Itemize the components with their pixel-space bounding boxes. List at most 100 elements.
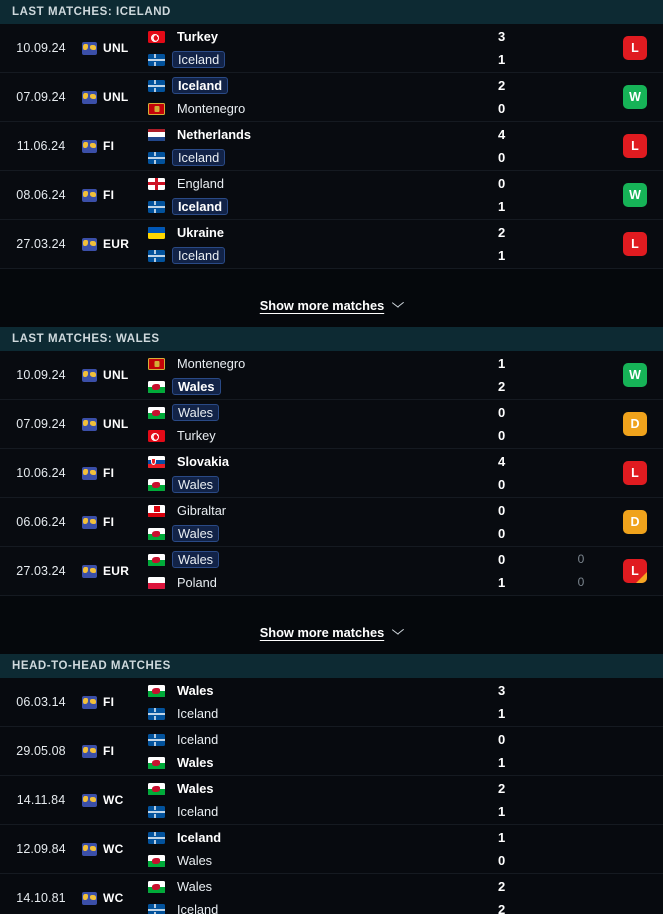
show-more-matches-button[interactable]: Show more matches	[0, 283, 663, 327]
team-line-home[interactable]: Slovakia	[148, 453, 495, 470]
team-name[interactable]: Iceland	[172, 705, 223, 722]
team-name[interactable]: Iceland	[172, 901, 223, 914]
team-name[interactable]: Iceland	[172, 247, 226, 264]
competition[interactable]: WC	[82, 891, 144, 905]
team-line-away[interactable]: Turkey	[148, 427, 495, 444]
team-line-home[interactable]: Turkey	[148, 28, 495, 45]
team-line-away[interactable]: Wales	[148, 754, 495, 771]
team-name[interactable]: Turkey	[172, 28, 223, 45]
team-name[interactable]: Wales	[172, 525, 220, 542]
flag-wales-icon	[148, 553, 165, 566]
team-name[interactable]: Iceland	[172, 77, 229, 94]
match-row[interactable]: 06.06.24 FI Gibraltar Wales 0 0 D	[0, 498, 663, 547]
penalty-home	[555, 224, 607, 241]
team-line-away[interactable]: Iceland	[148, 198, 495, 215]
team-name[interactable]: Poland	[172, 574, 222, 591]
team-line-home[interactable]: Wales	[148, 551, 495, 568]
team-line-home[interactable]: Wales	[148, 682, 495, 699]
team-line-home[interactable]: Wales	[148, 878, 495, 895]
competition[interactable]: UNL	[82, 368, 144, 382]
team-name[interactable]: Gibraltar	[172, 502, 231, 519]
match-row[interactable]: 10.06.24 FI Slovakia Wales 4 0 L	[0, 449, 663, 498]
team-line-home[interactable]: Wales	[148, 780, 495, 797]
team-name[interactable]: Wales	[172, 878, 217, 895]
match-row[interactable]: 12.09.84 WC Iceland Wales 1 0	[0, 825, 663, 874]
match-date: 14.10.81	[16, 891, 66, 905]
match-row[interactable]: 08.06.24 FI England Iceland 0 1 W	[0, 171, 663, 220]
team-name[interactable]: Iceland	[172, 51, 226, 68]
team-line-away[interactable]: Iceland	[148, 705, 495, 722]
team-name[interactable]: Iceland	[172, 149, 226, 166]
team-name[interactable]: Slovakia	[172, 453, 234, 470]
competition[interactable]: EUR	[82, 564, 144, 578]
match-row[interactable]: 14.11.84 WC Wales Iceland 2 1	[0, 776, 663, 825]
match-row[interactable]: 06.03.14 FI Wales Iceland 3 1	[0, 678, 663, 727]
team-name[interactable]: Wales	[172, 754, 219, 771]
team-line-away[interactable]: Wales	[148, 525, 495, 542]
team-name[interactable]: Wales	[172, 476, 220, 493]
competition[interactable]: FI	[82, 188, 144, 202]
team-line-home[interactable]: England	[148, 175, 495, 192]
teams: Montenegro Wales	[144, 355, 495, 395]
team-name[interactable]: Iceland	[172, 198, 229, 215]
match-row[interactable]: 10.09.24 UNL Turkey Iceland 3 1 L	[0, 24, 663, 73]
team-line-away[interactable]: Poland	[148, 574, 495, 591]
team-name[interactable]: Montenegro	[172, 355, 250, 372]
team-line-home[interactable]: Ukraine	[148, 224, 495, 241]
competition[interactable]: EUR	[82, 237, 144, 251]
competition[interactable]: UNL	[82, 417, 144, 431]
flag-montenegro-icon	[148, 357, 165, 370]
team-line-away[interactable]: Iceland	[148, 901, 495, 914]
competition[interactable]: WC	[82, 793, 144, 807]
team-line-home[interactable]: Iceland	[148, 829, 495, 846]
team-name[interactable]: England	[172, 175, 229, 192]
team-name[interactable]: Wales	[172, 378, 221, 395]
team-name[interactable]: Turkey	[172, 427, 221, 444]
team-line-home[interactable]: Gibraltar	[148, 502, 495, 519]
team-line-home[interactable]: Montenegro	[148, 355, 495, 372]
team-line-home[interactable]: Iceland	[148, 731, 495, 748]
team-line-home[interactable]: Wales	[148, 404, 495, 421]
show-more-matches-button[interactable]: Show more matches	[0, 610, 663, 654]
team-line-away[interactable]: Iceland	[148, 247, 495, 264]
team-line-away[interactable]: Iceland	[148, 149, 495, 166]
team-name[interactable]: Ukraine	[172, 224, 229, 241]
team-line-home[interactable]: Netherlands	[148, 126, 495, 143]
team-line-away[interactable]: Wales	[148, 852, 495, 869]
competition[interactable]: FI	[82, 139, 144, 153]
match-row[interactable]: 14.10.81 WC Wales Iceland 2 2	[0, 874, 663, 914]
competition[interactable]: WC	[82, 842, 144, 856]
match-row[interactable]: 10.09.24 UNL Montenegro Wales 1 2 W	[0, 351, 663, 400]
team-line-away[interactable]: Iceland	[148, 51, 495, 68]
penalty-column	[555, 682, 607, 722]
team-name[interactable]: Montenegro	[172, 100, 250, 117]
team-line-away[interactable]: Wales	[148, 476, 495, 493]
match-row[interactable]: 11.06.24 FI Netherlands Iceland 4 0 L	[0, 122, 663, 171]
team-name[interactable]: Wales	[172, 551, 220, 568]
team-name[interactable]: Iceland	[172, 731, 223, 748]
team-name[interactable]: Wales	[172, 852, 217, 869]
team-name[interactable]: Wales	[172, 780, 219, 797]
match-row[interactable]: 07.09.24 UNL Iceland Montenegro 2 0 W	[0, 73, 663, 122]
competition[interactable]: FI	[82, 515, 144, 529]
team-name[interactable]: Iceland	[172, 803, 223, 820]
team-line-away[interactable]: Iceland	[148, 803, 495, 820]
competition[interactable]: FI	[82, 466, 144, 480]
penalty-home	[555, 731, 607, 748]
team-line-away[interactable]: Wales	[148, 378, 495, 395]
team-name[interactable]: Wales	[172, 404, 220, 421]
team-line-home[interactable]: Iceland	[148, 77, 495, 94]
match-row[interactable]: 27.03.24 EUR Ukraine Iceland 2 1 L	[0, 220, 663, 269]
competition[interactable]: UNL	[82, 41, 144, 55]
competition[interactable]: FI	[82, 744, 144, 758]
competition[interactable]: UNL	[82, 90, 144, 104]
competition[interactable]: FI	[82, 695, 144, 709]
match-row[interactable]: 27.03.24 EUR Wales Poland 0 1 0 0 L	[0, 547, 663, 596]
team-name[interactable]: Iceland	[172, 829, 226, 846]
team-name[interactable]: Wales	[172, 682, 219, 699]
team-name[interactable]: Netherlands	[172, 126, 256, 143]
match-row[interactable]: 29.05.08 FI Iceland Wales 0 1	[0, 727, 663, 776]
match-row[interactable]: 07.09.24 UNL Wales Turkey 0 0 D	[0, 400, 663, 449]
team-line-away[interactable]: Montenegro	[148, 100, 495, 117]
penalty-home	[555, 77, 607, 94]
